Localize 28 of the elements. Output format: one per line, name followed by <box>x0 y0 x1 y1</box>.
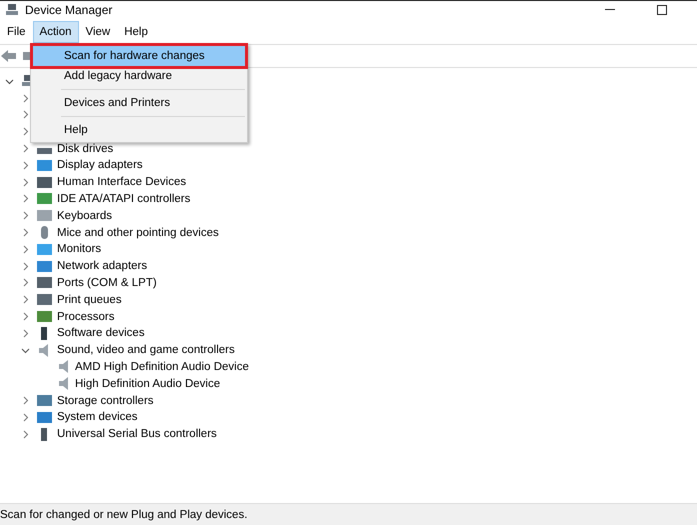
tree-item[interactable]: Ports (COM & LPT) <box>57 276 157 289</box>
tree-item[interactable]: Print queues <box>57 294 122 306</box>
tree-item[interactable]: AMD High Definition Audio Device <box>75 360 249 373</box>
tree-item[interactable]: Sound, video and game controllers <box>57 344 235 356</box>
menu-item[interactable]: View <box>78 21 118 43</box>
menu-option[interactable]: Add legacy hardware <box>33 66 245 86</box>
status-text: Scan for changed or new Plug and Play devices. <box>0 508 248 520</box>
tree-item[interactable]: Keyboards <box>57 210 112 222</box>
tree-item[interactable]: IDE ATA/ATAPI controllers <box>57 192 190 205</box>
tree-item[interactable]: Disk drives <box>57 142 114 155</box>
tree-item[interactable]: System devices <box>57 411 138 424</box>
tree-item[interactable]: Monitors <box>57 243 102 256</box>
tree-item[interactable]: Software devices <box>57 327 145 340</box>
tree-item[interactable]: High Definition Audio Device <box>75 378 220 390</box>
menu-item[interactable]: Action <box>32 21 78 43</box>
window-title: Device Manager <box>25 2 112 16</box>
tree-item[interactable]: Storage controllers <box>57 394 154 407</box>
menu-option[interactable]: Scan for hardware changes <box>33 46 245 66</box>
menu-option[interactable]: Devices and Printers <box>33 93 245 113</box>
menu-option[interactable]: Help <box>33 120 245 140</box>
tree-item[interactable]: Processors <box>57 310 115 323</box>
tree-item[interactable]: Mice and other pointing devices <box>57 226 219 239</box>
tree-item[interactable]: Network adapters <box>57 260 148 272</box>
tree-item[interactable]: Universal Serial Bus controllers <box>57 428 217 440</box>
menu-item[interactable]: Help <box>117 21 155 43</box>
menu-item[interactable]: File <box>0 21 33 43</box>
tree-item[interactable]: Human Interface Devices <box>57 176 186 188</box>
tree-item[interactable]: Display adapters <box>57 159 143 172</box>
